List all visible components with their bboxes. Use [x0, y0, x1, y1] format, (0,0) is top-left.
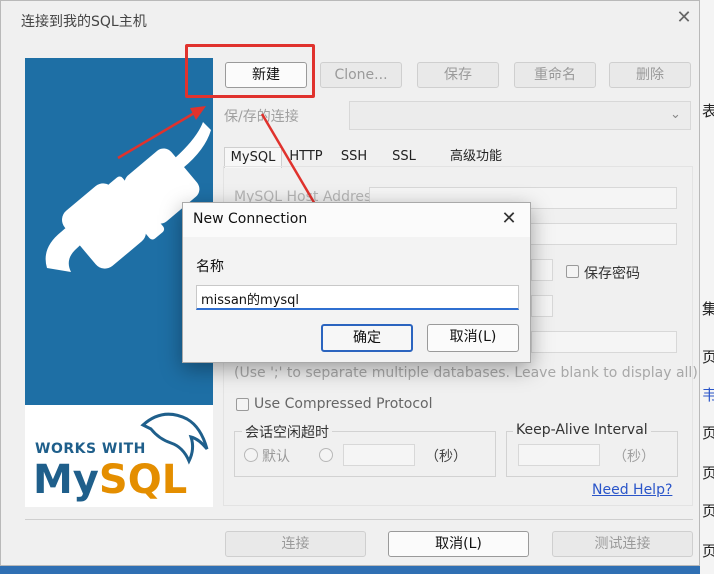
popup-cancel-button[interactable]: 取消(L) [427, 324, 519, 352]
connection-name-input[interactable]: missan的mysql [196, 285, 519, 310]
close-icon[interactable]: ✕ [499, 208, 519, 229]
ok-button[interactable]: 确定 [321, 324, 413, 352]
new-connection-title: New Connection [193, 211, 308, 227]
new-connection-dialog: New Connection ✕ 名称 missan的mysql 确定 取消(L… [182, 202, 531, 363]
connection-name-label: 名称 [196, 259, 224, 275]
